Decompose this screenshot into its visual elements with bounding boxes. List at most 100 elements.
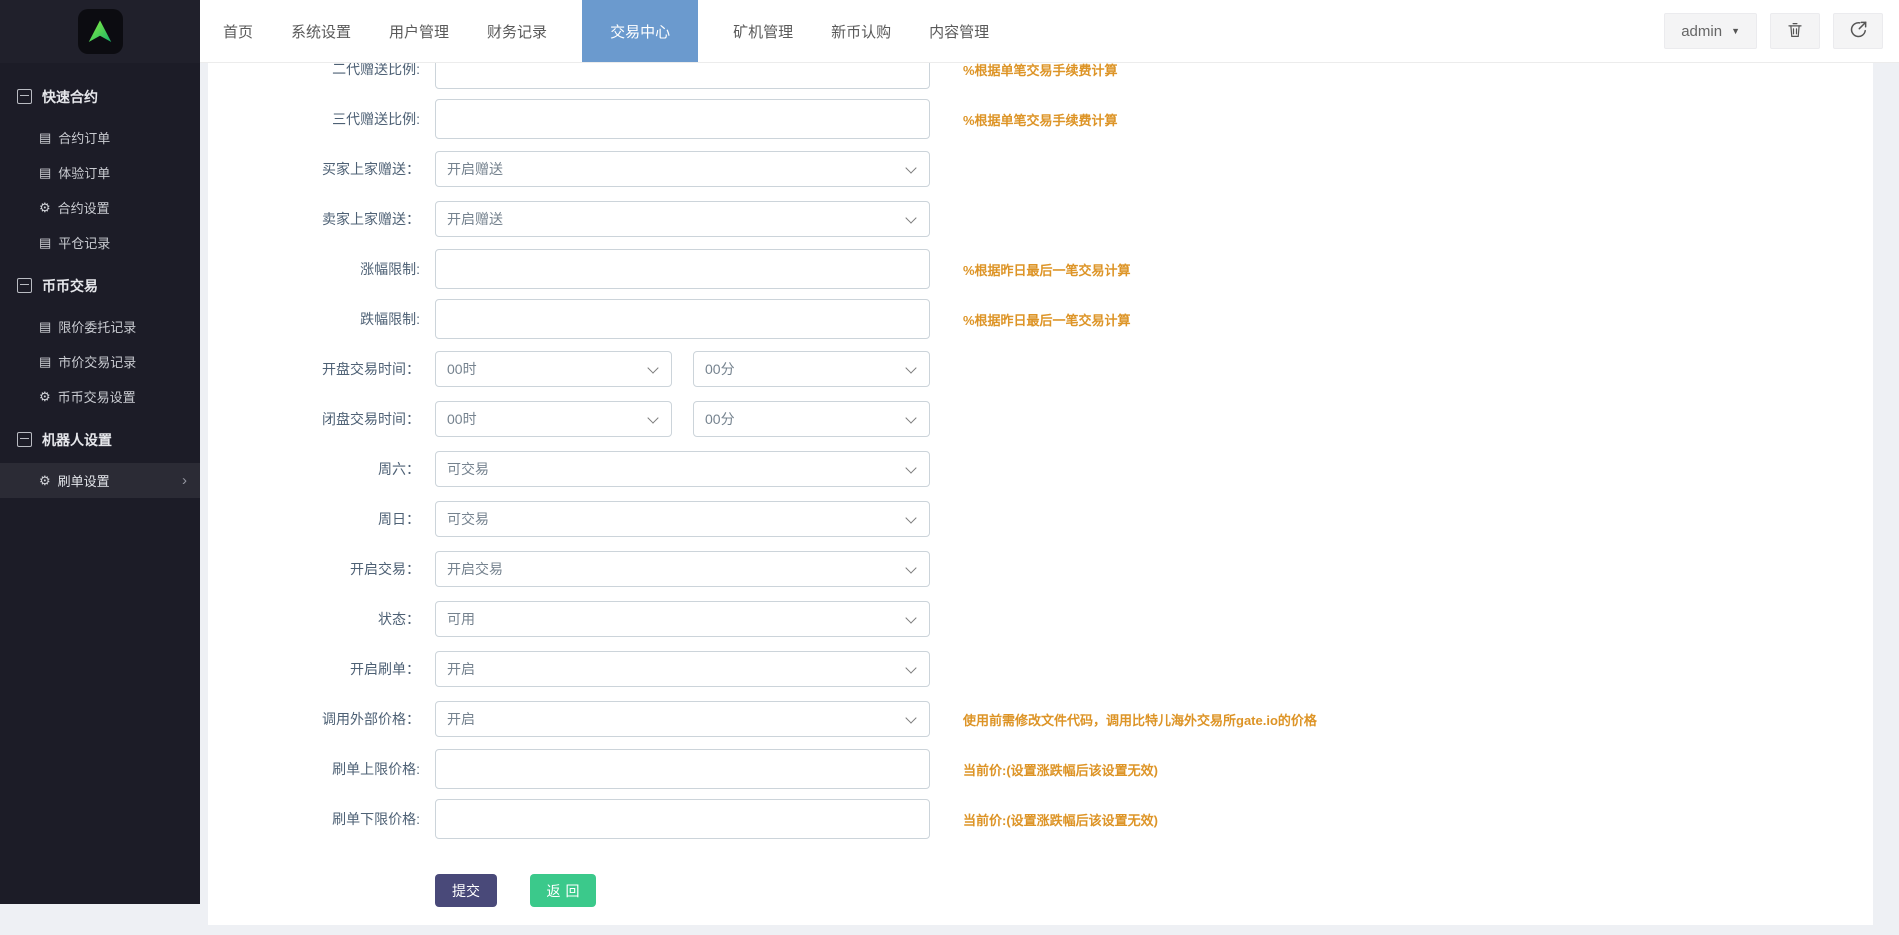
form-row-brush-lower-price: 刷单下限价格:当前价:(设置涨跌幅后该设置无效) [208,799,1873,839]
sidebar-item-contract-settings[interactable]: ⚙合约设置 [0,190,200,225]
sunday-select[interactable]: 可交易 [436,502,929,536]
field-label-trade-switch: 开启交易： [208,559,420,579]
field-trade-switch: 开启交易 [435,551,930,587]
fall-limit-input[interactable] [435,299,930,339]
gen3-rate-input[interactable] [435,99,930,139]
field-label-buyer-upline-gift: 买家上家赠送： [208,159,420,179]
open-trade-time-hour-select[interactable]: 00时 [436,352,671,386]
field-label-rise-limit: 涨幅限制: [208,259,420,279]
robot-settings-form: 二代赠送比例:%根据单笔交易手续费计算三代赠送比例:%根据单笔交易手续费计算买家… [208,63,1873,839]
form-row-brush-upper-price: 刷单上限价格: 当前价:(设置涨跌幅后该设置无效) [208,749,1873,789]
field-buyer-upline-gift: 开启赠送 [435,151,930,187]
form-row-rise-limit: 涨幅限制:%根据昨日最后一笔交易计算 [208,249,1873,289]
logo-icon [78,9,123,54]
sunday-select-wrap: 可交易 [435,501,930,537]
sidebar-section-header[interactable]: 快速合约 [0,79,200,114]
list-icon: ▤ [39,130,51,146]
seller-upline-gift-select-wrap: 开启赠送 [435,201,930,237]
brush-switch-select[interactable]: 开启 [436,652,929,686]
nav-item-home[interactable]: 首页 [204,0,272,62]
logout-button[interactable] [1833,13,1883,49]
topbar: 首页系统设置用户管理财务记录交易中心矿机管理新币认购内容管理 admin ▼ [0,0,1899,63]
topbar-actions: admin ▼ [1651,0,1899,62]
form-row-brush-switch: 开启刷单： 开启 [208,649,1873,689]
sidebar-item-market-trade-records[interactable]: ▤ 市价交易记录 [0,344,200,379]
field-hint-fall-limit: %根据昨日最后一笔交易计算 [963,310,1131,329]
sidebar-item-label: 平仓记录 [58,233,110,252]
form-row-status: 状态：可用 [208,599,1873,639]
field-label-external-price: 调用外部价格： [208,709,420,729]
form-row-gen3-rate: 三代赠送比例:%根据单笔交易手续费计算 [208,99,1873,139]
brush-upper-price-input[interactable] [435,749,930,789]
status-select[interactable]: 可用 [436,602,929,636]
field-hint-gen3-rate: %根据单笔交易手续费计算 [963,110,1118,129]
sidebar-section-title: 机器人设置 [42,430,112,450]
external-price-select[interactable]: 开启 [436,702,929,736]
admin-menu-button[interactable]: admin ▼ [1664,13,1757,49]
field-hint-gen2-rate: %根据单笔交易手续费计算 [963,63,1118,79]
sidebar-item-brush-order-settings[interactable]: ⚙刷单设置› [0,463,200,498]
nav-item-trade-center[interactable]: 交易中心 [582,0,698,62]
trade-switch-select[interactable]: 开启交易 [436,552,929,586]
sidebar-item-limit-order-records[interactable]: ▤限价委托记录 [0,309,200,344]
sidebar-item-contract-orders[interactable]: ▤合约订单 [0,120,200,155]
field-external-price: 开启 [435,701,930,737]
form-row-gen2-rate: 二代赠送比例:%根据单笔交易手续费计算 [208,63,1873,89]
sidebar-item-close-position-records[interactable]: ▤平仓记录 [0,225,200,260]
open-trade-time-minute-select-wrap: 00分 [693,351,930,387]
logout-icon [1849,20,1868,42]
list-icon: ▤ [39,165,51,181]
field-hint-brush-upper-price: 当前价:(设置涨跌幅后该设置无效) [963,760,1158,779]
close-trade-time-hour-select-wrap: 00时 [435,401,672,437]
sidebar-section: 机器人设置 ⚙刷单设置› [0,422,200,498]
close-trade-time-minute-select[interactable]: 00分 [694,402,929,436]
sidebar-item-coin-trade-settings[interactable]: ⚙币币交易设置 [0,379,200,414]
nav-item-newcoin-subscribe[interactable]: 新币认购 [812,0,910,62]
sidebar-section: 币币交易 ▤限价委托记录 ▤ 市价交易记录 ⚙币币交易设置 [0,268,200,414]
form-row-buyer-upline-gift: 买家上家赠送： 开启赠送 [208,149,1873,189]
sidebar-section: 快速合约▤合约订单▤体验订单⚙合约设置▤平仓记录 [0,79,200,260]
nav-item-finance-records[interactable]: 财务记录 [468,0,566,62]
saturday-select[interactable]: 可交易 [436,452,929,486]
trash-button[interactable] [1770,13,1820,49]
nav-item-system-settings[interactable]: 系统设置 [272,0,370,62]
sidebar-item-trial-orders[interactable]: ▤体验订单 [0,155,200,190]
status-select-wrap: 可用 [435,601,930,637]
app-logo[interactable] [0,0,200,63]
field-label-close-trade-time: 闭盘交易时间： [208,409,420,429]
field-gen3-rate [435,99,930,139]
sidebar-item-label: 合约设置 [58,198,110,217]
field-brush-upper-price [435,749,930,789]
sidebar-section-header[interactable]: 机器人设置 [0,422,200,457]
field-label-open-trade-time: 开盘交易时间： [208,359,420,379]
collapse-icon [17,278,32,293]
field-brush-switch: 开启 [435,651,930,687]
sidebar-section-title: 快速合约 [42,87,98,107]
list-icon: ▤ [39,354,51,370]
sidebar-section-header[interactable]: 币币交易 [0,268,200,303]
close-trade-time-hour-select[interactable]: 00时 [436,402,671,436]
nav-item-user-management[interactable]: 用户管理 [370,0,468,62]
buyer-upline-gift-select[interactable]: 开启赠送 [436,152,929,186]
field-label-brush-switch: 开启刷单： [208,659,420,679]
back-button[interactable]: 返回 [530,874,596,907]
rise-limit-input[interactable] [435,249,930,289]
gen2-rate-input[interactable] [435,63,930,89]
nav-item-mining-management[interactable]: 矿机管理 [714,0,812,62]
field-gen2-rate [435,63,930,89]
field-label-brush-upper-price: 刷单上限价格: [208,759,420,779]
brush-lower-price-input[interactable] [435,799,930,839]
field-label-sunday: 周日： [208,509,420,529]
field-label-seller-upline-gift: 卖家上家赠送： [208,209,420,229]
nav-item-content-management[interactable]: 内容管理 [910,0,1008,62]
caret-down-icon: ▼ [1731,26,1740,36]
seller-upline-gift-select[interactable]: 开启赠送 [436,202,929,236]
open-trade-time-minute-select[interactable]: 00分 [694,352,929,386]
field-brush-lower-price [435,799,930,839]
form-row-seller-upline-gift: 卖家上家赠送： 开启赠送 [208,199,1873,239]
form-row-fall-limit: 跌幅限制:%根据昨日最后一笔交易计算 [208,299,1873,339]
submit-button[interactable]: 提交 [435,874,497,907]
field-label-brush-lower-price: 刷单下限价格: [208,809,420,829]
chevron-right-icon: › [182,472,187,489]
sidebar-item-label: 市价交易记录 [58,352,136,371]
